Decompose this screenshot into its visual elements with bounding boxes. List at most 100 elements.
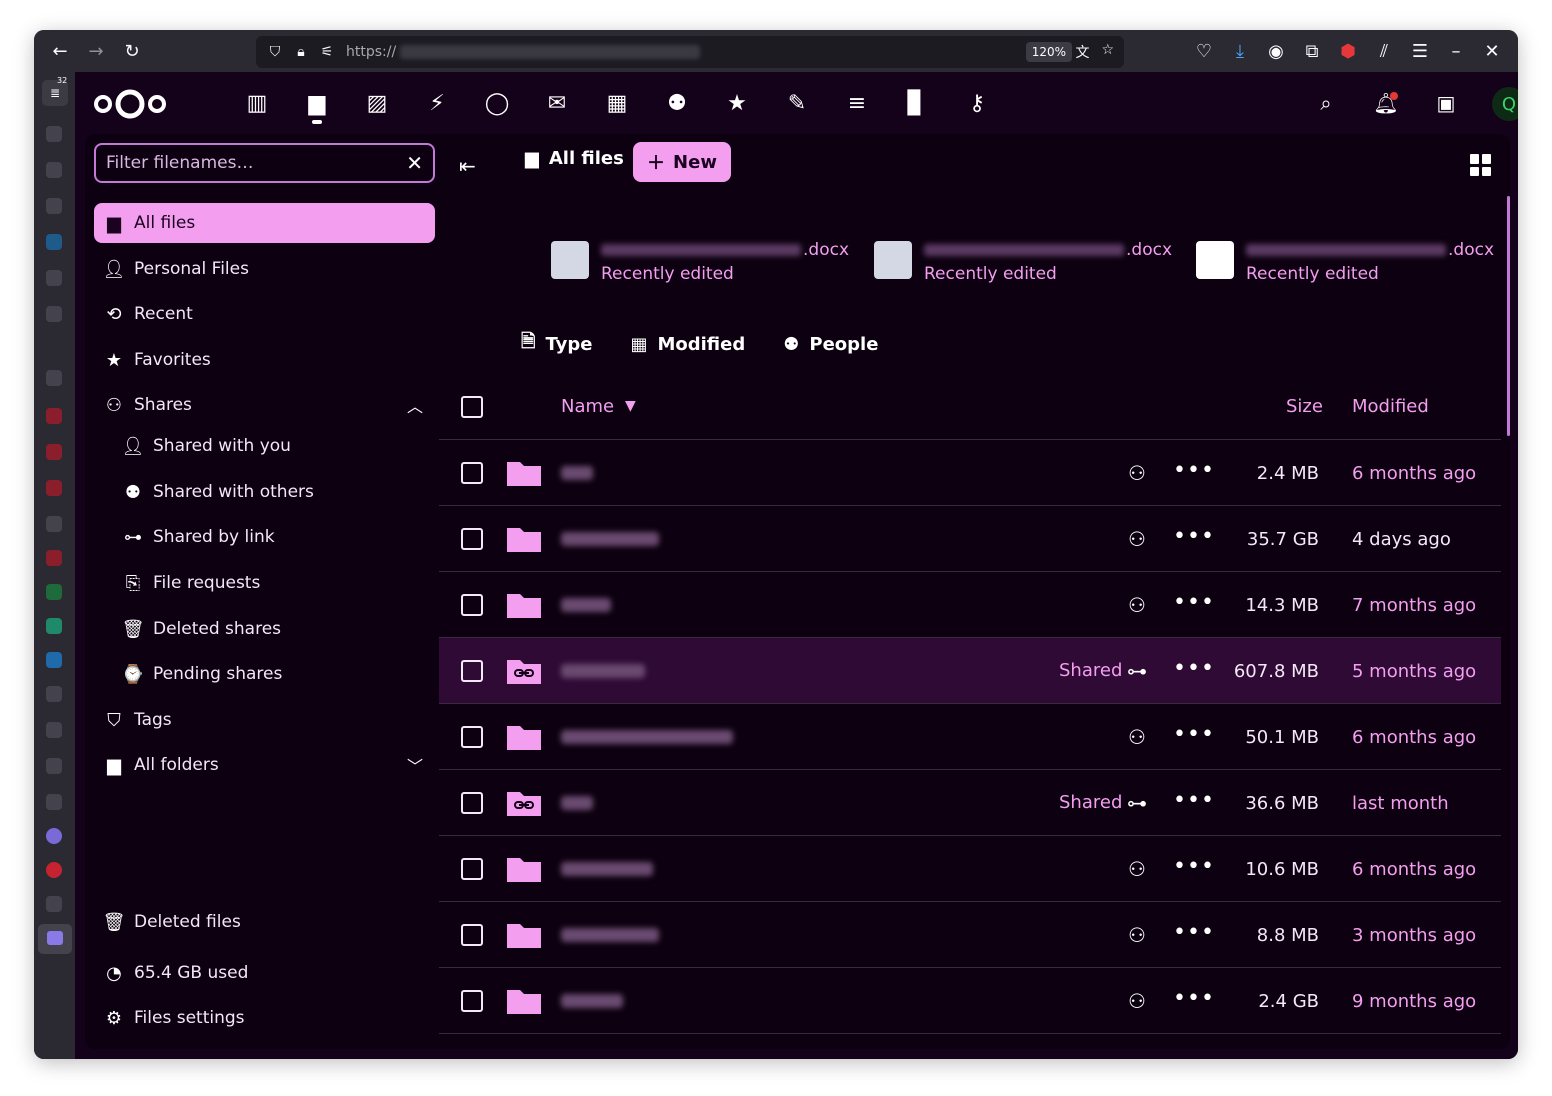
tab-favicon[interactable] bbox=[46, 550, 62, 566]
row-checkbox[interactable] bbox=[461, 792, 483, 814]
sidebar-item-recent[interactable]: ⟲ Recent bbox=[94, 294, 435, 334]
lock-icon[interactable]: 🔒︎ bbox=[288, 44, 314, 60]
tab-favicon[interactable] bbox=[46, 126, 62, 142]
recent-file-card[interactable]: .docx Recently edited bbox=[551, 238, 849, 298]
tab-favicon[interactable] bbox=[46, 584, 62, 600]
row-checkbox[interactable] bbox=[461, 924, 483, 946]
mail-icon[interactable]: ✉ bbox=[542, 88, 572, 118]
passwords-icon[interactable]: ⚷ bbox=[962, 88, 992, 118]
more-actions-icon[interactable]: ••• bbox=[1173, 920, 1215, 945]
calendar-icon[interactable]: ▦ bbox=[602, 88, 632, 118]
file-name-blurred[interactable] bbox=[561, 598, 611, 612]
contacts-icon[interactable]: ⚉ bbox=[662, 88, 692, 118]
column-size[interactable]: Size bbox=[1286, 396, 1323, 417]
table-row[interactable]: ⚇ ••• 8.8 MB 3 months ago bbox=[439, 902, 1501, 968]
tab-favicon[interactable] bbox=[46, 794, 62, 810]
contacts-menu-icon[interactable]: ▣ bbox=[1431, 88, 1461, 118]
file-name-blurred[interactable] bbox=[561, 532, 659, 546]
tab-favicon[interactable] bbox=[46, 686, 62, 702]
column-modified[interactable]: Modified bbox=[1352, 396, 1429, 417]
row-checkbox[interactable] bbox=[461, 462, 483, 484]
shared-label[interactable]: Shared bbox=[1059, 792, 1122, 813]
tab-favicon[interactable] bbox=[46, 408, 62, 424]
sidebar-item-deleted-shares[interactable]: 🗑︎ Deleted shares bbox=[113, 609, 435, 649]
recent-file-card[interactable]: .docx Recently edited bbox=[874, 238, 1172, 298]
more-actions-icon[interactable]: ••• bbox=[1173, 656, 1215, 681]
permissions-icon[interactable]: ⚟ bbox=[314, 44, 340, 60]
translate-icon[interactable]: 文 bbox=[1075, 42, 1089, 62]
files-icon[interactable]: ▆ bbox=[302, 88, 332, 124]
sidebar-item-tags[interactable]: ⛉ Tags bbox=[94, 700, 435, 740]
tab-favicon[interactable] bbox=[46, 722, 62, 738]
close-window-icon[interactable]: ✕ bbox=[1474, 33, 1510, 69]
filter-people[interactable]: ⚉ People bbox=[783, 329, 878, 359]
sidebar-item-all-files[interactable]: ▆ All files bbox=[94, 203, 435, 243]
more-actions-icon[interactable]: ••• bbox=[1173, 590, 1215, 615]
chevron-up-icon[interactable]: ︿ bbox=[407, 393, 423, 417]
tab-favicon[interactable] bbox=[46, 862, 62, 878]
more-actions-icon[interactable]: ••• bbox=[1173, 722, 1215, 747]
table-row[interactable]: Shared ⊶ ••• 607.8 MB 5 months ago bbox=[439, 638, 1501, 704]
analytics-icon[interactable]: ▊ bbox=[901, 88, 931, 118]
table-row[interactable]: ⚇ ••• 2.4 MB 6 months ago bbox=[439, 440, 1501, 506]
forward-icon[interactable]: → bbox=[78, 33, 114, 69]
more-actions-icon[interactable]: ••• bbox=[1173, 986, 1215, 1011]
more-actions-icon[interactable]: ••• bbox=[1173, 788, 1215, 813]
tab-favicon[interactable] bbox=[46, 758, 62, 774]
add-share-icon[interactable]: ⚇ bbox=[1125, 923, 1149, 947]
new-button[interactable]: ＋ New bbox=[633, 142, 731, 182]
file-name-blurred[interactable] bbox=[561, 862, 653, 876]
row-checkbox[interactable] bbox=[461, 594, 483, 616]
extensions-icon[interactable]: ⧉ bbox=[1294, 33, 1330, 69]
table-row[interactable]: ⚇ ••• 10.6 MB 6 months ago bbox=[439, 836, 1501, 902]
file-name-blurred[interactable] bbox=[561, 796, 593, 810]
link-icon[interactable]: ⊶ bbox=[1125, 659, 1149, 683]
sidebar-item-deleted-files[interactable]: 🗑︎ Deleted files bbox=[94, 902, 435, 942]
breadcrumb[interactable]: ▆ All files bbox=[525, 148, 624, 169]
menu-icon[interactable]: ☰ bbox=[1402, 33, 1438, 69]
add-share-icon[interactable]: ⚇ bbox=[1125, 527, 1149, 551]
minimize-icon[interactable]: – bbox=[1438, 33, 1474, 69]
tab-favicon[interactable] bbox=[46, 480, 62, 496]
add-share-icon[interactable]: ⚇ bbox=[1125, 461, 1149, 485]
tab-favicon[interactable] bbox=[46, 270, 62, 286]
select-all-checkbox[interactable] bbox=[461, 396, 483, 418]
scrollbar[interactable] bbox=[1507, 196, 1510, 436]
filter-modified[interactable]: ▦ Modified bbox=[630, 329, 745, 359]
tab-favicon[interactable] bbox=[46, 162, 62, 178]
bookmark-star-icon[interactable]: ☆ bbox=[1101, 42, 1114, 62]
search-icon[interactable]: ⌕ bbox=[1311, 88, 1341, 118]
file-name-blurred[interactable] bbox=[561, 994, 623, 1008]
notes-icon[interactable]: ✎ bbox=[782, 88, 812, 118]
more-actions-icon[interactable]: ••• bbox=[1173, 458, 1215, 483]
sidebar-item-shared-with-others[interactable]: ⚉ Shared with others bbox=[113, 472, 435, 512]
sidebar-item-favorites[interactable]: ★ Favorites bbox=[94, 340, 435, 380]
ublock-icon[interactable]: ⬢ bbox=[1330, 33, 1366, 69]
sidebar-item-shared-with-you[interactable]: 👤︎ Shared with you bbox=[113, 426, 435, 466]
table-row[interactable]: Shared ⊶ ••• 36.6 MB last month bbox=[439, 770, 1501, 836]
filter-type[interactable]: 🗎︎ Type bbox=[521, 329, 592, 359]
sidebar-item-files-settings[interactable]: ⚙ Files settings bbox=[94, 998, 435, 1038]
tab-favicon[interactable] bbox=[46, 828, 62, 844]
row-checkbox[interactable] bbox=[461, 858, 483, 880]
favorites-icon[interactable]: ★ bbox=[722, 88, 752, 118]
tab-favicon[interactable] bbox=[46, 618, 62, 634]
chevron-down-icon[interactable]: ﹀ bbox=[407, 753, 423, 777]
back-icon[interactable]: ← bbox=[42, 33, 78, 69]
link-icon[interactable]: ⊶ bbox=[1125, 791, 1149, 815]
avatar[interactable]: Q bbox=[1492, 87, 1518, 121]
file-name-blurred[interactable] bbox=[561, 466, 593, 480]
table-row[interactable] bbox=[439, 1034, 1501, 1049]
table-row[interactable]: ⚇ ••• 50.1 MB 6 months ago bbox=[439, 704, 1501, 770]
sidebar-item-shared-by-link[interactable]: ⊶ Shared by link bbox=[113, 517, 435, 557]
sort-desc-icon[interactable]: ▼ bbox=[625, 398, 636, 414]
row-checkbox[interactable] bbox=[461, 990, 483, 1012]
sidebar-item-pending-shares[interactable]: ⌚ Pending shares bbox=[113, 654, 435, 694]
shield-icon[interactable]: ⛉ bbox=[262, 44, 288, 60]
grid-view-icon[interactable] bbox=[1470, 154, 1492, 176]
collapse-sidebar-icon[interactable]: ⇤ bbox=[459, 154, 476, 178]
nextcloud-logo[interactable] bbox=[93, 86, 167, 122]
table-row[interactable]: ⚇ ••• 14.3 MB 7 months ago bbox=[439, 572, 1501, 638]
tab-favicon[interactable] bbox=[46, 516, 62, 532]
tab-favicon[interactable] bbox=[46, 370, 62, 386]
